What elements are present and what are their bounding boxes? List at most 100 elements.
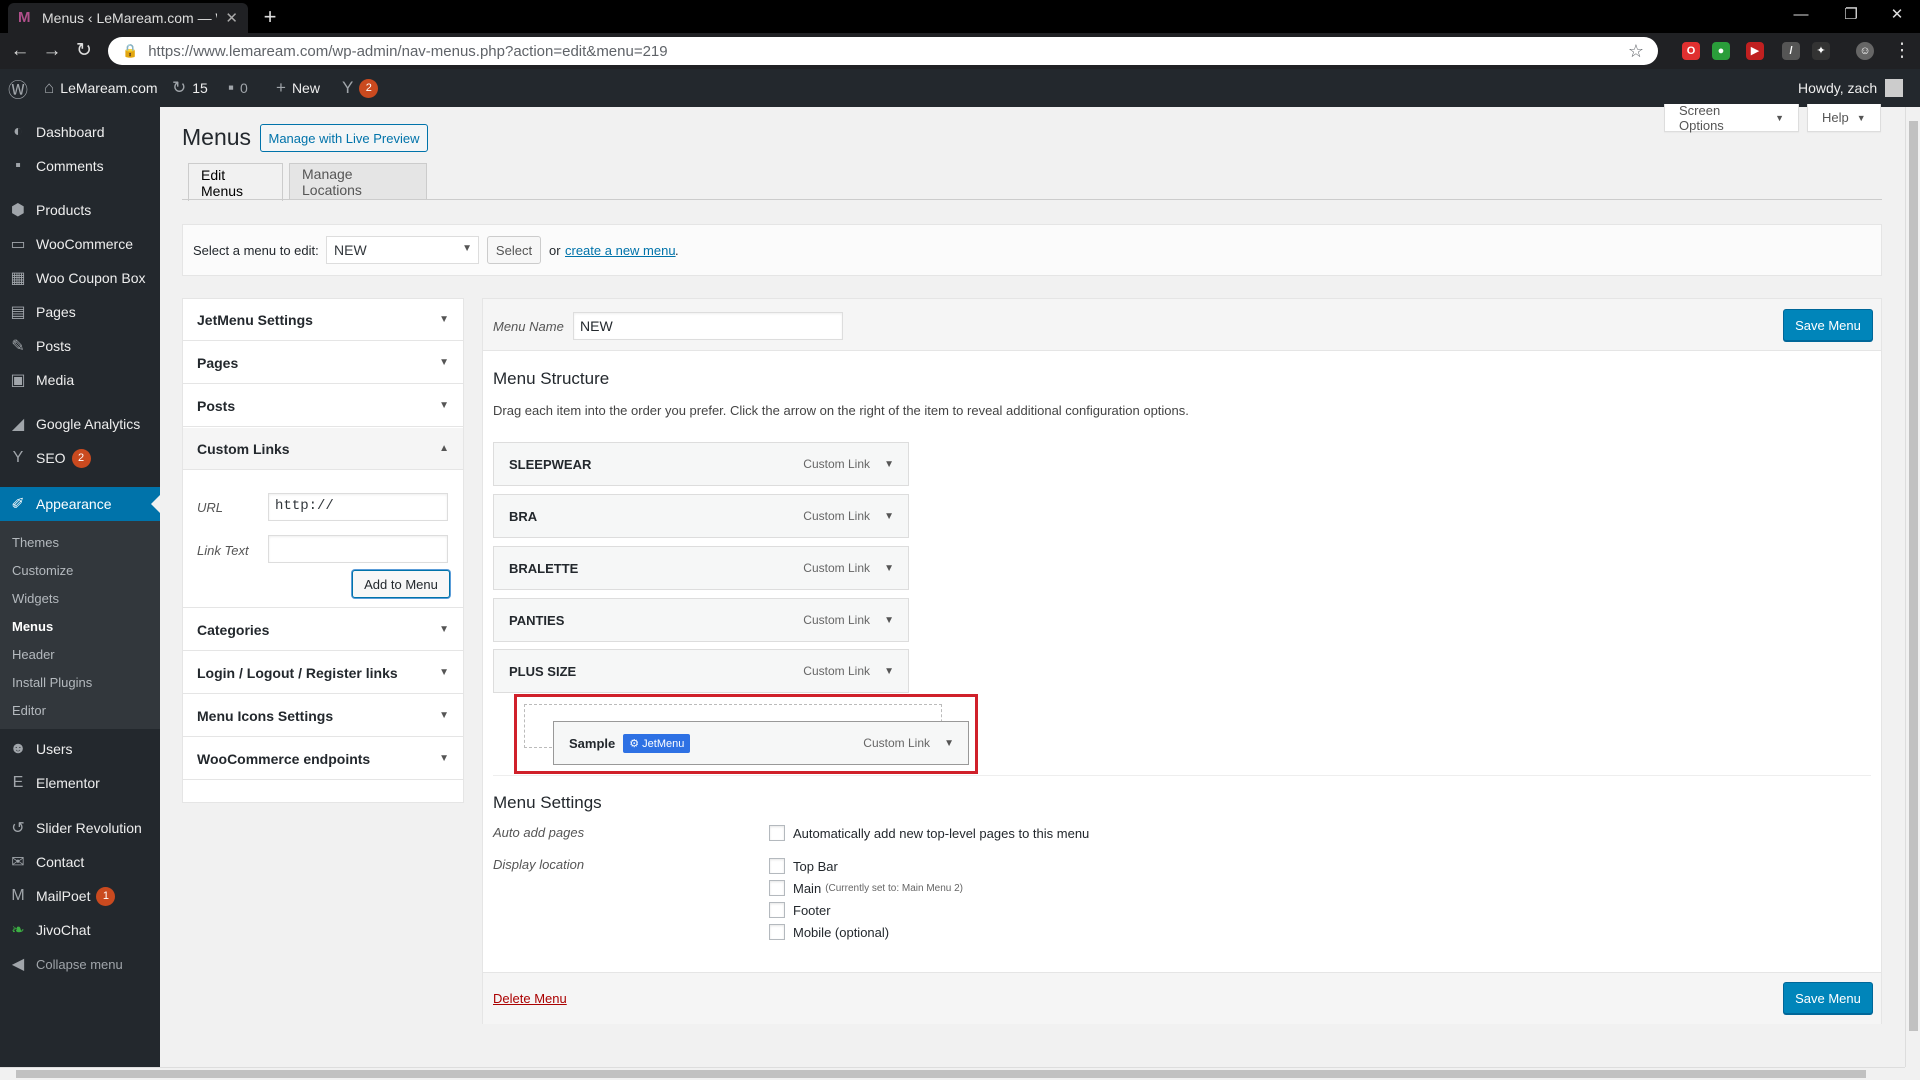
sidebar-item-woocommerce[interactable]: ▭ WooCommerce <box>0 227 160 261</box>
sidebar-item-slider-revolution[interactable]: ↺ Slider Revolution <box>0 811 160 845</box>
submenu-item-widgets[interactable]: Widgets <box>12 591 59 606</box>
item-expand-arrow-icon[interactable]: ▼ <box>884 459 894 470</box>
item-expand-arrow-icon[interactable]: ▼ <box>884 615 894 626</box>
extension-pin-icon[interactable]: ✦ <box>1812 42 1830 60</box>
close-window-icon[interactable]: ✕ <box>1874 0 1920 30</box>
vertical-scroll-thumb[interactable] <box>1909 121 1918 1031</box>
sidebar-item-users[interactable]: ☻ Users <box>0 732 160 766</box>
sidebar-item-media[interactable]: ▣ Media <box>0 363 160 397</box>
new-content-link[interactable]: + New <box>276 69 320 107</box>
sidebar-item-products[interactable]: ⬢ Products <box>0 193 160 227</box>
back-icon[interactable]: ← <box>8 39 32 63</box>
minimize-icon[interactable]: — <box>1778 0 1824 30</box>
restore-icon[interactable]: ❐ <box>1828 0 1874 30</box>
submenu-item-install-plugins[interactable]: Install Plugins <box>12 675 92 690</box>
sidebar-item-comments[interactable]: ▪ Comments <box>0 149 160 183</box>
products-icon: ⬢ <box>11 202 25 219</box>
menu-item-panties[interactable]: PANTIES Custom Link ▼ <box>493 598 909 642</box>
sidebar-item-jivochat[interactable]: ❧ JivoChat <box>0 913 160 947</box>
sidebar-item-appearance[interactable]: ✐ Appearance <box>0 487 160 521</box>
item-expand-arrow-icon[interactable]: ▼ <box>884 666 894 677</box>
address-bar[interactable]: 🔒 https://www.lemaream.com/wp-admin/nav-… <box>108 37 1658 65</box>
auto-add-pages-label: Auto add pages <box>493 825 585 840</box>
extension-green-icon[interactable]: ● <box>1712 42 1730 60</box>
my-account-link[interactable]: Howdy, zach <box>1798 69 1904 107</box>
sidebar-item-dashboard[interactable]: ◐ Dashboard <box>0 115 160 149</box>
location-checkbox-main[interactable]: Main (Currently set to: Main Menu 2) <box>769 880 963 896</box>
sidebar-collapse-menu[interactable]: ◀ Collapse menu <box>0 947 160 981</box>
sidebar-item-woo-coupon-box[interactable]: ▦ Woo Coupon Box <box>0 261 160 295</box>
sidebar-item-pages[interactable]: ▤ Pages <box>0 295 160 329</box>
save-menu-button-bottom[interactable]: Save Menu <box>1783 982 1873 1014</box>
woocommerce-icon: ▭ <box>10 236 26 253</box>
accordion-woocommerce-endpoints[interactable]: WooCommerce endpoints ▼ <box>183 738 463 780</box>
location-checkbox-top-bar[interactable]: Top Bar <box>769 858 838 874</box>
yoast-link[interactable]: Y 2 <box>342 69 379 107</box>
manage-live-preview-button[interactable]: Manage with Live Preview <box>260 124 428 152</box>
location-checkbox-mobile[interactable]: Mobile (optional) <box>769 924 889 940</box>
accordion-posts[interactable]: Posts ▼ <box>183 385 463 427</box>
add-to-menu-button[interactable]: Add to Menu <box>352 570 450 598</box>
caret-down-icon: ▼ <box>439 400 449 411</box>
submenu-item-header[interactable]: Header <box>12 647 55 662</box>
submenu-item-menus[interactable]: Menus <box>12 619 53 634</box>
delete-menu-link[interactable]: Delete Menu <box>493 991 567 1006</box>
chrome-menu-icon[interactable]: ⋮ <box>1890 39 1914 63</box>
menu-item-bra[interactable]: BRA Custom Link ▼ <box>493 494 909 538</box>
site-name: LeMaream.com <box>60 80 158 96</box>
url-input[interactable]: http:// <box>268 493 448 521</box>
wordpress-logo-icon[interactable]: Ⓦ <box>8 69 34 107</box>
comments-link[interactable]: ▪ 0 <box>228 69 248 107</box>
extension-dropper-icon[interactable]: / <box>1782 42 1800 60</box>
item-expand-arrow-icon[interactable]: ▼ <box>884 563 894 574</box>
location-checkbox-footer[interactable]: Footer <box>769 902 831 918</box>
mailpoet-icon: M <box>11 887 25 904</box>
menu-select-dropdown[interactable]: NEW ▼ <box>326 236 479 264</box>
vertical-scrollbar[interactable] <box>1905 107 1920 1067</box>
new-tab-icon[interactable]: + <box>258 5 282 29</box>
tab-edit-menus[interactable]: Edit Menus <box>188 163 283 201</box>
accordion-jetmenu-settings[interactable]: JetMenu Settings ▼ <box>183 299 463 341</box>
browser-tab[interactable]: M Menus ‹ LeMaream.com — Word ✕ <box>8 3 248 33</box>
screen-options-button[interactable]: Screen Options ▼ <box>1664 103 1799 133</box>
accordion-login-logout-links[interactable]: Login / Logout / Register links ▼ <box>183 652 463 694</box>
accordion-pages[interactable]: Pages ▼ <box>183 342 463 384</box>
period-text: . <box>675 243 679 258</box>
bookmark-star-icon[interactable]: ☆ <box>1628 41 1644 62</box>
auto-add-pages-checkbox[interactable]: Automatically add new top-level pages to… <box>769 825 1089 841</box>
submenu-item-customize[interactable]: Customize <box>12 563 73 578</box>
item-expand-arrow-icon[interactable]: ▼ <box>884 511 894 522</box>
reload-icon[interactable]: ↻ <box>72 39 96 63</box>
sidebar-item-google-analytics[interactable]: ◢ Google Analytics <box>0 407 160 441</box>
horizontal-scroll-thumb[interactable] <box>16 1070 1866 1078</box>
sidebar-item-elementor[interactable]: E Elementor <box>0 766 160 800</box>
accordion-custom-links[interactable]: Custom Links ▲ <box>183 428 463 470</box>
sidebar-item-posts[interactable]: ✎ Posts <box>0 329 160 363</box>
tab-manage-locations[interactable]: Manage Locations <box>289 163 427 200</box>
select-menu-button[interactable]: Select <box>487 236 541 264</box>
updates-link[interactable]: ↻ 15 <box>172 69 208 107</box>
mailpoet-badge: 1 <box>96 886 116 906</box>
save-menu-button-top[interactable]: Save Menu <box>1783 309 1873 341</box>
sidebar-item-seo[interactable]: Y SEO 2 <box>0 441 160 475</box>
accordion-menu-icons-settings[interactable]: Menu Icons Settings ▼ <box>183 695 463 737</box>
create-new-menu-link[interactable]: create a new menu <box>565 243 676 258</box>
profile-icon[interactable]: ☺ <box>1856 42 1874 60</box>
sidebar-item-contact[interactable]: ✉ Contact <box>0 845 160 879</box>
link-text-input[interactable] <box>268 535 448 563</box>
accordion-categories[interactable]: Categories ▼ <box>183 609 463 651</box>
submenu-item-themes[interactable]: Themes <box>12 535 59 550</box>
forward-icon[interactable]: → <box>40 39 64 63</box>
site-name-link[interactable]: ⌂ LeMaream.com <box>44 69 158 107</box>
menu-name-input[interactable]: NEW <box>573 312 843 340</box>
close-tab-icon[interactable]: ✕ <box>225 9 238 27</box>
extension-opera-icon[interactable]: O <box>1682 42 1700 60</box>
submenu-item-editor[interactable]: Editor <box>12 703 46 718</box>
horizontal-scrollbar[interactable] <box>0 1067 1905 1080</box>
help-button[interactable]: Help ▼ <box>1807 104 1881 132</box>
menu-item-plus-size[interactable]: PLUS SIZE Custom Link ▼ <box>493 649 909 693</box>
menu-item-sleepwear[interactable]: SLEEPWEAR Custom Link ▼ <box>493 442 909 486</box>
extension-red-icon[interactable]: ▶ <box>1746 42 1764 60</box>
menu-item-bralette[interactable]: BRALETTE Custom Link ▼ <box>493 546 909 590</box>
sidebar-item-mailpoet[interactable]: M MailPoet 1 <box>0 879 160 913</box>
